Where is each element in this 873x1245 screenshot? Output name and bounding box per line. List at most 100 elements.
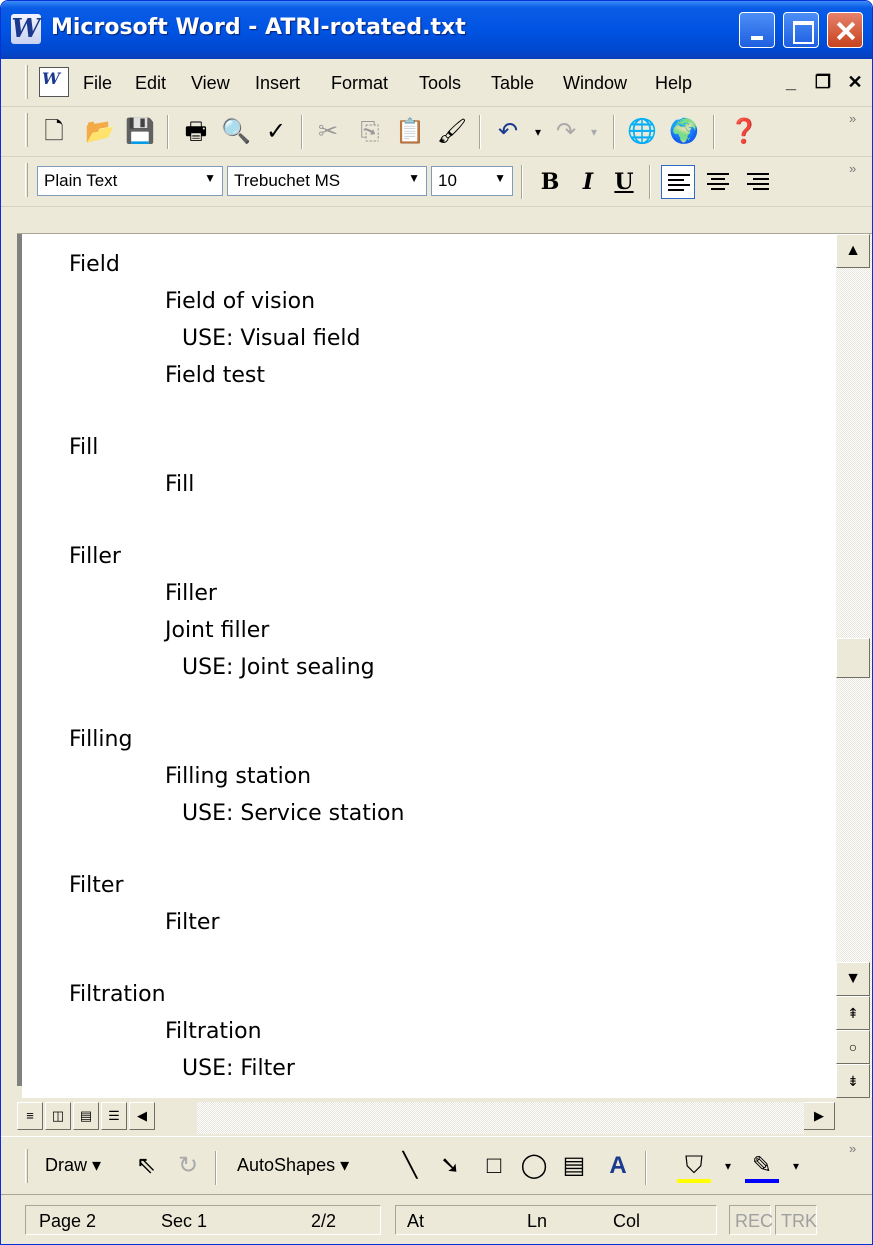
print-preview-icon[interactable]: 🔍 <box>219 115 253 149</box>
toolbar-separator <box>521 165 523 199</box>
menu-insert[interactable]: Insert <box>255 73 300 94</box>
word-app-icon[interactable]: W <box>11 14 41 44</box>
menubar-grip[interactable] <box>25 65 28 99</box>
bold-button[interactable]: B <box>535 165 565 199</box>
doc-restore-button[interactable]: ❐ <box>811 71 835 93</box>
toolbar-grip[interactable] <box>25 163 28 197</box>
menu-help[interactable]: Help <box>655 73 692 94</box>
menu-window[interactable]: Window <box>563 73 627 94</box>
redo-dropdown-icon[interactable]: ▾ <box>577 115 611 149</box>
scroll-right-button[interactable]: ▶ <box>803 1102 835 1130</box>
undo-icon[interactable]: ↶ <box>491 115 525 149</box>
chevron-down-icon[interactable]: ▼ <box>494 171 506 185</box>
maximize-button[interactable] <box>783 12 819 48</box>
toolbar-separator <box>215 1151 217 1185</box>
index-term: Fill <box>165 472 195 497</box>
minimize-button[interactable] <box>739 12 775 48</box>
align-right-button[interactable] <box>741 165 775 199</box>
menu-table[interactable]: Table <box>491 73 534 94</box>
cut-icon[interactable]: ✂ <box>311 115 345 149</box>
style-select[interactable]: Plain Text ▼ <box>37 166 223 196</box>
style-value: Plain Text <box>44 171 118 190</box>
open-folder-icon[interactable]: 📂 <box>83 115 117 149</box>
menu-file[interactable]: File <box>83 73 112 94</box>
copy-icon[interactable]: ⎘ <box>353 115 387 149</box>
chevron-down-icon[interactable]: ▼ <box>408 171 420 185</box>
toolbar-grip[interactable] <box>25 1149 28 1183</box>
font-value: Trebuchet MS <box>234 171 341 190</box>
menu-format[interactable]: Format <box>331 73 388 94</box>
index-term: Filling station <box>165 764 312 789</box>
wordart-icon[interactable]: A <box>601 1149 635 1183</box>
doc-close-button[interactable]: ✕ <box>843 71 867 93</box>
autoshapes-menu-button[interactable]: AutoShapes ▾ <box>237 1155 349 1176</box>
status-page-count: 2/2 <box>311 1211 337 1231</box>
index-use-reference: USE: Visual field <box>182 326 361 351</box>
standard-toolbar: 🗋 📂 💾 🖶 🔍 ✓ ✂ ⎘ 📋 🖌 ↶ ▾ ↷ ▾ 🌐 🌍 ❓ » <box>1 107 872 157</box>
doc-minimize-button[interactable]: _ <box>779 71 803 93</box>
select-browse-object-button[interactable]: ○ <box>836 1030 870 1064</box>
print-icon[interactable]: 🖶 <box>179 115 213 149</box>
font-select[interactable]: Trebuchet MS ▼ <box>227 166 427 196</box>
underline-button[interactable]: U <box>609 165 639 199</box>
menu-tools[interactable]: Tools <box>419 73 461 94</box>
oval-icon[interactable]: ◯ <box>517 1149 551 1183</box>
next-page-button[interactable]: ⇟ <box>836 1064 870 1098</box>
scroll-thumb[interactable] <box>836 638 870 678</box>
format-painter-icon[interactable]: 🖌 <box>435 115 469 149</box>
scroll-left-button[interactable]: ◀ <box>129 1102 155 1130</box>
status-trk[interactable]: TRK <box>781 1211 817 1232</box>
horizontal-scrollbar[interactable] <box>197 1102 804 1134</box>
index-use-reference: USE: Filter <box>182 1056 295 1081</box>
toolbar-separator <box>167 115 169 149</box>
toolbar-separator <box>713 115 715 149</box>
index-heading: Field <box>69 252 120 277</box>
insert-hyperlink-icon[interactable]: 🌐 <box>625 115 659 149</box>
line-color-icon[interactable]: ✎ <box>745 1149 779 1183</box>
free-rotate-icon[interactable]: ↻ <box>171 1149 205 1183</box>
draw-menu-button[interactable]: Draw ▾ <box>45 1155 101 1176</box>
toolbar-options-icon[interactable]: » <box>849 161 856 176</box>
print-layout-view-button[interactable]: ▤ <box>73 1102 99 1130</box>
index-term: Filler <box>165 581 217 606</box>
outline-view-button[interactable]: ☰ <box>101 1102 127 1130</box>
menu-view[interactable]: View <box>191 73 230 94</box>
scroll-up-button[interactable]: ▲ <box>836 234 870 268</box>
paste-icon[interactable]: 📋 <box>393 115 427 149</box>
autoshapes-label: AutoShapes <box>237 1155 336 1175</box>
index-heading: Filtration <box>69 982 166 1007</box>
menu-edit[interactable]: Edit <box>135 73 166 94</box>
select-objects-icon[interactable]: ⇖ <box>129 1149 163 1183</box>
normal-view-button[interactable]: ≡ <box>17 1102 43 1130</box>
line-color-dropdown-icon[interactable]: ▾ <box>779 1149 813 1183</box>
title-bar[interactable]: W Microsoft Word - ATRI-rotated.txt <box>1 1 872 59</box>
document-icon[interactable] <box>39 67 69 97</box>
align-left-button[interactable] <box>661 165 695 199</box>
italic-button[interactable]: I <box>573 165 603 199</box>
web-toolbar-icon[interactable]: 🌍 <box>667 115 701 149</box>
status-box-position <box>395 1205 717 1235</box>
toolbar-options-icon[interactable]: » <box>849 111 856 126</box>
text-box-icon[interactable]: ▤ <box>557 1149 591 1183</box>
help-icon[interactable]: ❓ <box>727 115 761 149</box>
close-button[interactable] <box>827 12 863 48</box>
save-icon[interactable]: 💾 <box>123 115 157 149</box>
previous-page-button[interactable]: ⇞ <box>836 996 870 1030</box>
chevron-down-icon[interactable]: ▼ <box>204 171 216 185</box>
font-size-select[interactable]: 10 ▼ <box>431 166 513 196</box>
document-page[interactable]: Field Field of vision USE: Visual field Fie… <box>22 234 836 1098</box>
arrow-icon[interactable]: ➘ <box>433 1149 467 1183</box>
line-icon[interactable]: ╲ <box>393 1149 427 1183</box>
rectangle-icon[interactable]: □ <box>477 1149 511 1183</box>
spelling-check-icon[interactable]: ✓ <box>259 115 293 149</box>
web-layout-view-button[interactable]: ◫ <box>45 1102 71 1130</box>
align-center-button[interactable] <box>701 165 735 199</box>
status-rec[interactable]: REC <box>735 1211 773 1232</box>
fill-color-dropdown-icon[interactable]: ▾ <box>711 1149 745 1183</box>
new-document-icon[interactable]: 🗋 <box>37 115 71 149</box>
toolbar-separator <box>613 115 615 149</box>
fill-color-icon[interactable]: ⛉ <box>677 1149 711 1183</box>
scroll-down-button[interactable]: ▼ <box>836 962 870 996</box>
toolbar-grip[interactable] <box>25 113 28 147</box>
toolbar-options-icon[interactable]: » <box>849 1141 856 1156</box>
